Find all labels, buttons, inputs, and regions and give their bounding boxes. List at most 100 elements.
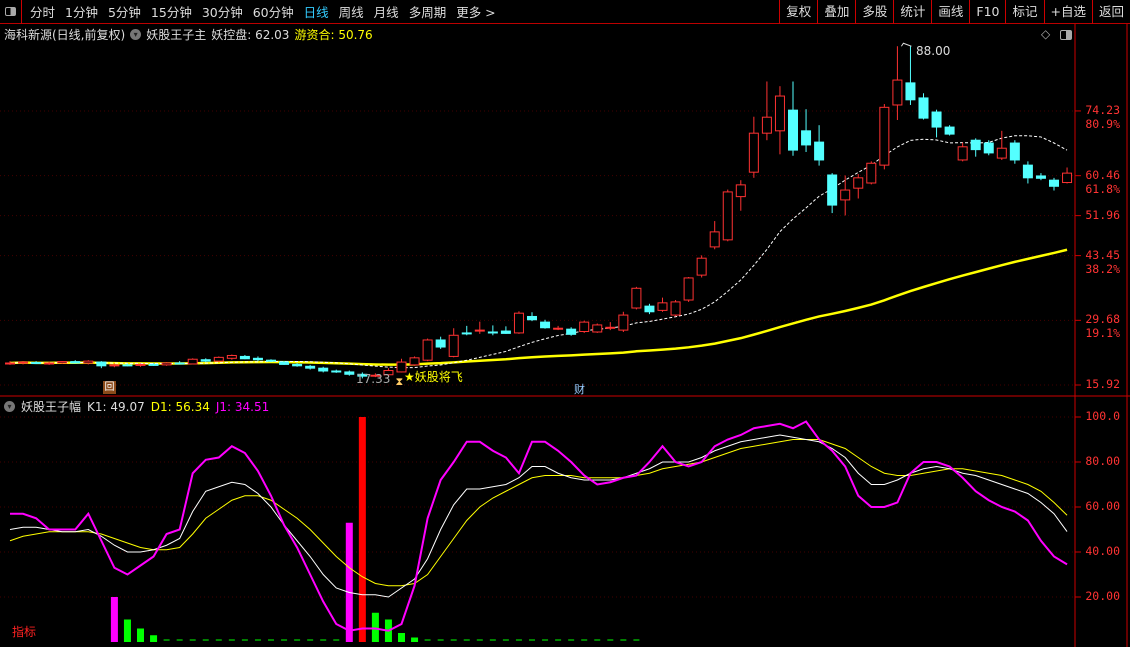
- period-tab[interactable]: 1分钟: [60, 2, 103, 21]
- histogram-bar: [398, 633, 405, 642]
- candle-body: [788, 109, 798, 151]
- toolbar-button[interactable]: 叠加: [817, 0, 855, 24]
- histogram-bar: [123, 619, 131, 642]
- candle-body: [331, 370, 342, 373]
- k-label: K1:: [87, 399, 107, 414]
- toolbar-button[interactable]: 画线: [931, 0, 969, 24]
- period-tab[interactable]: 周线: [334, 2, 369, 21]
- panel-toggle-icon[interactable]: [1060, 30, 1072, 40]
- indicator-dropdown-icon[interactable]: ▾: [130, 29, 142, 40]
- candle-body: [305, 365, 316, 369]
- candle-body: [96, 361, 107, 367]
- toolbar: 分时 1分钟 5分钟 15分钟 30分钟 60分钟 日线 周线 月线 多周期 更多 > 复权 叠加 多股…: [0, 0, 1130, 24]
- candle-body: [422, 339, 433, 361]
- toolbar-button[interactable]: 统计: [893, 0, 931, 24]
- signal-label: ★妖股将飞: [404, 370, 463, 384]
- candle-body: [996, 147, 1007, 159]
- candle-body: [213, 356, 224, 362]
- k-value: 49.07: [110, 399, 145, 414]
- histogram-bar: [150, 635, 158, 642]
- candle-body: [918, 97, 929, 119]
- candle-body: [709, 231, 720, 248]
- fib-percent: 38.2%: [1085, 261, 1120, 276]
- histogram-bar: [137, 628, 144, 642]
- d-value: 56.34: [175, 399, 210, 414]
- period-tab[interactable]: 更多 >: [451, 2, 500, 21]
- candle-body: [1062, 172, 1073, 184]
- candle-body: [840, 189, 851, 201]
- period-tab[interactable]: 月线: [369, 2, 404, 21]
- price-value: 29.68: [1085, 312, 1120, 327]
- candle-body: [70, 361, 81, 364]
- candle-body: [122, 364, 133, 367]
- price-value: 15.92: [1085, 377, 1120, 391]
- indicator-axis-label: 80.00: [1085, 454, 1120, 468]
- panel-toggle-icon: [5, 7, 16, 16]
- ind2-label: 游资合:: [294, 28, 335, 42]
- candle-body: [748, 132, 759, 173]
- candle-body: [983, 142, 994, 154]
- period-tab[interactable]: 分时: [25, 2, 60, 21]
- candle-body: [135, 363, 146, 366]
- candle-body: [83, 360, 94, 364]
- event-marker-cai[interactable]: 财: [574, 381, 585, 397]
- period-tab[interactable]: 30分钟: [197, 2, 248, 21]
- candle-body: [500, 330, 511, 334]
- indicator-tab-label[interactable]: 指标: [12, 623, 36, 640]
- candle-body: [931, 111, 942, 128]
- candle-body: [200, 359, 211, 362]
- histogram-bar: [371, 612, 379, 642]
- indicator-name[interactable]: 妖股王子主: [146, 26, 206, 43]
- toolbar-button[interactable]: 标记: [1005, 0, 1043, 24]
- j-label: J1:: [215, 399, 232, 414]
- candle-body: [474, 329, 485, 332]
- candle-body: [252, 357, 263, 361]
- chart-canvas[interactable]: ⧗: [0, 0, 1130, 647]
- period-tab[interactable]: 多周期: [404, 2, 452, 21]
- candle-body: [814, 141, 825, 161]
- price-value: 60.46: [1085, 167, 1120, 182]
- candle-body: [31, 362, 42, 365]
- candle-body: [696, 257, 707, 276]
- diamond-icon[interactable]: ◇: [1041, 27, 1050, 41]
- toolbar-button[interactable]: +自选: [1043, 0, 1092, 24]
- ind2-value: 50.76: [338, 28, 373, 42]
- candle-body: [1022, 164, 1033, 179]
- sub-chart-header: ▾ 妖股王子幅 K1: 49.07 D1: 56.34 J1: 34.51: [4, 398, 269, 415]
- histogram-bar: [411, 637, 419, 642]
- toolbar-button[interactable]: 返回: [1091, 0, 1130, 24]
- histogram-bar: [110, 597, 118, 642]
- stock-name: 海科新源(日线,前复权): [4, 28, 126, 42]
- candle-body: [5, 362, 15, 365]
- candle-body: [761, 116, 772, 134]
- histogram-bar: [345, 522, 353, 642]
- histogram-bar: [358, 417, 366, 642]
- event-marker-hui[interactable]: 回: [103, 381, 116, 394]
- period-tab[interactable]: 日线: [299, 2, 334, 21]
- candle-body: [109, 364, 120, 367]
- candle-body: [540, 321, 551, 329]
- candle-body: [1009, 142, 1020, 161]
- candle-body: [18, 361, 29, 364]
- price-value: 74.23: [1085, 102, 1120, 117]
- sub-indicator-name[interactable]: 妖股王子幅: [21, 398, 81, 415]
- price-axis-label: 51.96: [1085, 208, 1120, 222]
- toolbar-button[interactable]: F10: [969, 0, 1005, 24]
- candle-body: [174, 362, 185, 365]
- period-tab[interactable]: 5分钟: [103, 2, 146, 21]
- period-tab[interactable]: 15分钟: [146, 2, 197, 21]
- candle-body: [944, 126, 955, 135]
- sidebar-toggle-button[interactable]: [0, 0, 22, 24]
- j-value: 34.51: [234, 399, 270, 414]
- price-axis-label: 43.45 38.2%: [1085, 248, 1120, 276]
- candle-body: [148, 363, 159, 366]
- d-label: D1:: [150, 399, 172, 414]
- ma-slow-line: [9, 248, 1068, 366]
- toolbar-button[interactable]: 多股: [855, 0, 893, 24]
- indicator-dropdown-icon[interactable]: ▾: [4, 401, 15, 412]
- toolbar-button[interactable]: 复权: [779, 0, 817, 24]
- k-line: [9, 434, 1068, 598]
- period-tab[interactable]: 60分钟: [248, 2, 299, 21]
- candle-body: [670, 301, 681, 316]
- candle-body: [1049, 179, 1059, 187]
